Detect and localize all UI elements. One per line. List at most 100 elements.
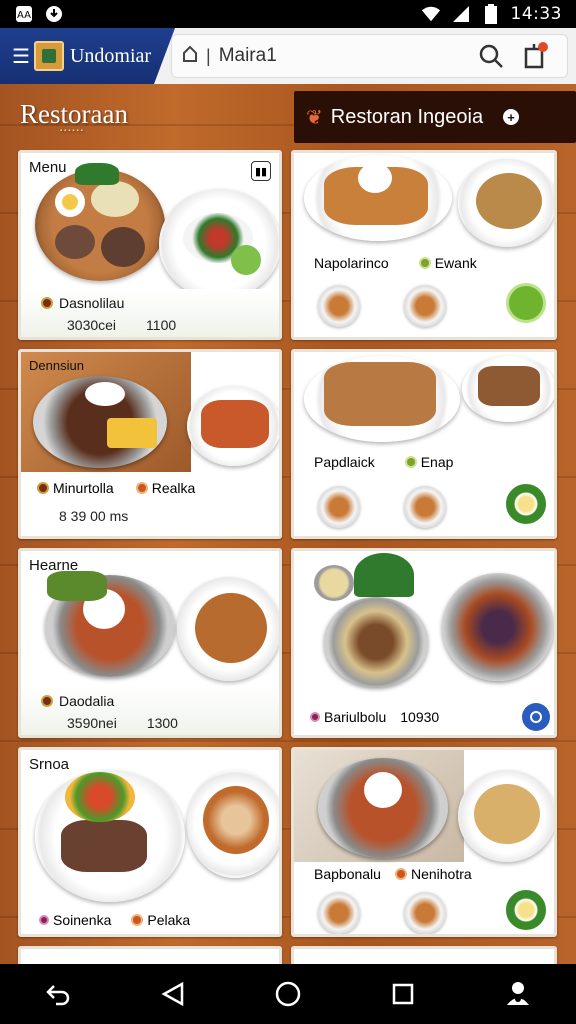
status-right: 14:33 <box>421 4 563 24</box>
card-label: Hearne <box>29 557 79 574</box>
menu-card[interactable]: Menu ▮▮ Dasnolilau 3030cei 1100 <box>18 150 282 340</box>
item-name: Pelaka <box>147 912 191 928</box>
menu-card[interactable]: Hearne Daodalia 3590nei 1300 <box>18 548 282 738</box>
menu-card[interactable]: Bapbonalu Nenihotra <box>291 747 557 937</box>
egg-dish-image <box>506 890 546 930</box>
menu-card[interactable]: Napolarinco Ewank <box>291 150 557 340</box>
brand-block[interactable]: ☰ Undomiar <box>0 28 175 84</box>
price-code: 3030cei <box>67 317 117 333</box>
price-value: 10930 <box>400 709 440 725</box>
menu-card[interactable]: Srnoa Soinenka Pelaka <box>18 747 282 937</box>
vegetable-image <box>47 571 107 601</box>
card-item: Realka <box>135 480 196 496</box>
card-item: Bariulbolu <box>310 709 386 725</box>
item-name: Dasnolilau <box>59 295 125 311</box>
brand-name: Undomiar <box>69 44 152 67</box>
status-left: AA <box>14 5 64 23</box>
item-dot-icon <box>131 914 144 926</box>
card-item: Enap <box>404 454 454 470</box>
banner-row: Restoraan ▪▪▪▪▪▪ ❦ Restoran Ingeoia + <box>0 88 576 146</box>
lime-image <box>231 245 261 275</box>
item-name: Enap <box>420 454 454 470</box>
noodle-image <box>476 173 542 229</box>
item-name: Bariulbolu <box>324 709 387 725</box>
item-name: Minurtolla <box>53 480 114 496</box>
price-code: 8 39 00 ms <box>59 508 129 524</box>
fried-food-image <box>201 400 269 448</box>
search-icon[interactable] <box>469 34 513 78</box>
rice-image <box>85 382 125 406</box>
item-name: Bapbonalu <box>314 866 381 882</box>
meat-patty-image <box>61 820 147 872</box>
card-item: Daodalia <box>41 693 114 709</box>
card-item: Nenihotra <box>394 866 472 882</box>
item-dot-icon <box>135 482 148 494</box>
wok-image <box>442 573 554 681</box>
android-debug-icon: AA <box>14 5 34 23</box>
sauce-bowl-image <box>314 565 354 601</box>
search-input[interactable]: | Maira1 <box>171 34 568 78</box>
system-nav-bar <box>0 964 576 1024</box>
menu-grid: Menu ▮▮ Dasnolilau 3030cei 1100 Napolari… <box>18 150 559 966</box>
curry-image <box>203 786 269 854</box>
menu-icon[interactable]: ☰ <box>12 44 30 69</box>
wifi-icon <box>421 5 441 23</box>
bookmark-icon[interactable]: ▮▮ <box>251 161 271 181</box>
restaurant-logo-text: Restoraan <box>20 98 128 129</box>
item-name: Realka <box>151 480 196 496</box>
restaurant-title: Restoran Ingeoia <box>330 105 484 128</box>
grilled-meat-image <box>478 366 540 406</box>
card-item: Soinenka <box>39 912 111 928</box>
restaurant-logo: Restoraan ▪▪▪▪▪▪ <box>20 98 128 134</box>
brand-logo <box>33 41 64 71</box>
card-item-row: Soinenka Pelaka <box>39 912 190 928</box>
back-icon[interactable] <box>30 966 86 1022</box>
card-item-row: Napolarinco Ewank <box>314 255 477 271</box>
menu-card-partial[interactable] <box>291 946 557 966</box>
item-name: Ewank <box>434 255 477 271</box>
price-value: 1100 <box>146 317 177 333</box>
menu-card[interactable]: Bariulbolu 10930 <box>291 548 557 738</box>
price-row: 3030cei 1100 <box>67 317 176 333</box>
home-circle-icon[interactable] <box>260 966 316 1022</box>
cart-notification-icon[interactable] <box>513 34 557 78</box>
item-dot-icon <box>310 712 320 722</box>
card-item-row: Papdlaick Enap <box>314 454 453 470</box>
side-dish-image <box>318 486 360 528</box>
item-dot-icon <box>41 695 53 707</box>
noodle-image <box>474 784 540 844</box>
noodle-image <box>91 181 139 217</box>
price-value: 1300 <box>146 715 178 731</box>
app-header: ☰ Undomiar | Maira1 <box>0 28 576 84</box>
meat-image <box>101 227 145 267</box>
status-clock: 14:33 <box>510 4 562 24</box>
menu-card[interactable]: Papdlaick Enap <box>291 349 557 539</box>
card-label: Srnoa <box>29 756 70 773</box>
soup-bowl-image <box>324 597 428 687</box>
menu-card[interactable]: Dennsiun Minurtolla Realka 8 39 00 ms <box>18 349 282 539</box>
side-dish-image <box>318 892 360 934</box>
item-dot-icon <box>394 868 407 880</box>
accessibility-icon[interactable] <box>490 966 546 1022</box>
card-label: Dennsiun <box>29 358 84 373</box>
garnish-image <box>358 163 392 193</box>
select-button[interactable] <box>506 283 546 323</box>
card-footer: Daodalia 3590nei 1300 <box>21 687 279 735</box>
item-name: Papdlaick <box>314 454 375 470</box>
recents-icon[interactable] <box>375 966 431 1022</box>
card-item-row: Minurtolla Realka <box>37 480 195 496</box>
leaf-garnish <box>75 163 119 185</box>
egg-dish-image <box>506 484 546 524</box>
info-button[interactable] <box>522 703 550 731</box>
item-name: Napolarinco <box>314 255 389 271</box>
search-text[interactable]: Maira1 <box>219 45 469 67</box>
status-bar: AA 14:33 <box>0 0 576 28</box>
home-outline-icon[interactable] <box>182 45 198 68</box>
restaurant-title-pill[interactable]: ❦ Restoran Ingeoia + <box>294 91 576 143</box>
fries-image <box>107 418 157 448</box>
menu-card-partial[interactable] <box>18 946 282 966</box>
add-icon[interactable]: + <box>503 109 520 125</box>
download-icon <box>44 5 64 23</box>
back-triangle-icon[interactable] <box>145 966 201 1022</box>
item-dot-icon <box>37 482 49 494</box>
